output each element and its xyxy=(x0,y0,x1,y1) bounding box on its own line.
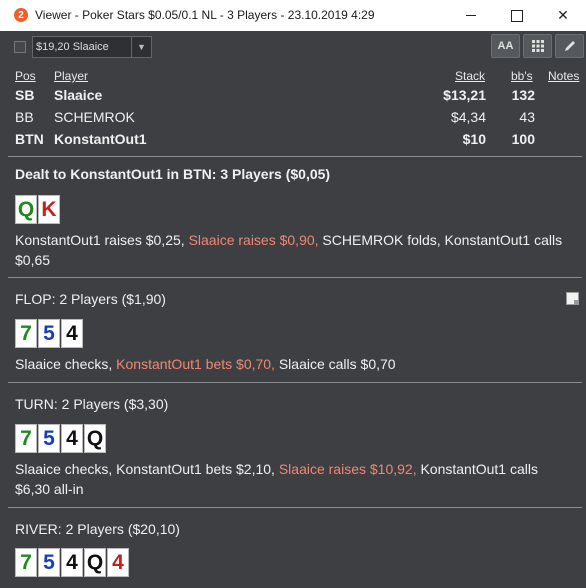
edit-button[interactable] xyxy=(555,34,584,58)
header-stack[interactable]: Stack xyxy=(455,69,485,83)
header-notes[interactable]: Notes xyxy=(548,69,579,83)
card: 7 xyxy=(15,319,37,348)
maximize-button[interactable] xyxy=(494,0,540,31)
river-cards: 7 5 4 Q 4 xyxy=(15,548,129,577)
player-pos: BB xyxy=(15,109,34,125)
note-icon[interactable] xyxy=(566,292,579,305)
player-bbs: 132 xyxy=(511,87,535,103)
grid-button[interactable] xyxy=(523,34,552,58)
river-title: RIVER: 2 Players ($20,10) xyxy=(15,521,180,537)
preflop-actions: KonstantOut1 raises $0,25, Slaaice raise… xyxy=(15,230,575,270)
player-name: Slaaice xyxy=(54,87,103,103)
pencil-icon xyxy=(564,41,575,51)
card: Q xyxy=(84,548,106,577)
player-name: KonstantOut1 xyxy=(54,131,147,147)
turn-actions: Slaaice checks, KonstantOut1 bets $2,10,… xyxy=(15,459,575,499)
chevron-down-icon[interactable]: ▼ xyxy=(131,37,151,57)
divider xyxy=(8,507,582,508)
player-name: SCHEMROK xyxy=(54,109,135,125)
action: Slaaice checks, xyxy=(15,356,117,372)
card: 7 xyxy=(15,548,37,577)
card: 7 xyxy=(15,424,37,453)
player-pos: BTN xyxy=(15,131,44,147)
action-highlight: Slaaice raises $0,90, xyxy=(188,232,323,248)
card: 4 xyxy=(61,548,83,577)
minimize-button[interactable] xyxy=(448,0,494,31)
card: Q xyxy=(15,195,37,224)
card: 5 xyxy=(38,319,60,348)
window-title: Viewer - Poker Stars $0.05/0.1 NL - 3 Pl… xyxy=(35,8,375,22)
divider xyxy=(8,382,582,383)
card: 4 xyxy=(61,319,83,348)
player-row[interactable]: SB Slaaice $13,21 132 xyxy=(0,87,586,109)
card: Q xyxy=(84,424,106,453)
turn-cards: 7 5 4 Q xyxy=(15,424,106,453)
player-row[interactable]: BB SCHEMROK $4,34 43 xyxy=(0,109,586,131)
header-pos[interactable]: Pos xyxy=(15,69,36,83)
preflop-title: Dealt to KonstantOut1 in BTN: 3 Players … xyxy=(15,166,331,182)
hero-checkbox[interactable] xyxy=(14,41,26,53)
player-stack: $13,21 xyxy=(443,87,486,103)
font-size-button[interactable]: AA xyxy=(491,34,520,58)
grid-icon xyxy=(531,40,544,52)
card: K xyxy=(38,195,60,224)
header-bbs[interactable]: bb's xyxy=(511,69,533,83)
player-bbs: 100 xyxy=(511,131,535,147)
player-select-value: $19,20 Slaaice xyxy=(36,41,109,53)
player-row[interactable]: BTN KonstantOut1 $10 100 xyxy=(0,131,586,153)
header-player[interactable]: Player xyxy=(54,69,88,83)
player-pos: SB xyxy=(15,87,35,103)
player-stack: $10 xyxy=(462,131,486,147)
title-bar: 2 Viewer - Poker Stars $0.05/0.1 NL - 3 … xyxy=(0,0,586,31)
flop-cards: 7 5 4 xyxy=(15,319,83,348)
divider xyxy=(8,156,582,157)
action: KonstantOut1 raises $0,25, xyxy=(15,232,189,248)
action: Slaaice checks, KonstantOut1 bets $2,10, xyxy=(15,461,279,477)
card: 4 xyxy=(61,424,83,453)
player-bbs: 43 xyxy=(519,109,535,125)
close-button[interactable]: ✕ xyxy=(540,0,586,31)
preflop-cards: Q K xyxy=(15,195,60,224)
divider xyxy=(8,277,582,278)
flop-title: FLOP: 2 Players ($1,90) xyxy=(15,291,166,307)
card: 5 xyxy=(38,548,60,577)
player-stack: $4,34 xyxy=(450,109,486,125)
player-select[interactable]: $19,20 Slaaice ▼ xyxy=(32,36,152,58)
card: 5 xyxy=(38,424,60,453)
turn-title: TURN: 2 Players ($3,30) xyxy=(15,396,169,412)
action-highlight: Slaaice raises $10,92, xyxy=(278,461,421,477)
flop-actions: Slaaice checks, KonstantOut1 bets $0,70,… xyxy=(15,354,575,374)
card: 4 xyxy=(107,548,129,577)
action-highlight: KonstantOut1 bets $0,70, xyxy=(116,356,279,372)
app-logo-icon: 2 xyxy=(14,8,28,22)
action: Slaaice calls $0,70 xyxy=(278,356,396,372)
